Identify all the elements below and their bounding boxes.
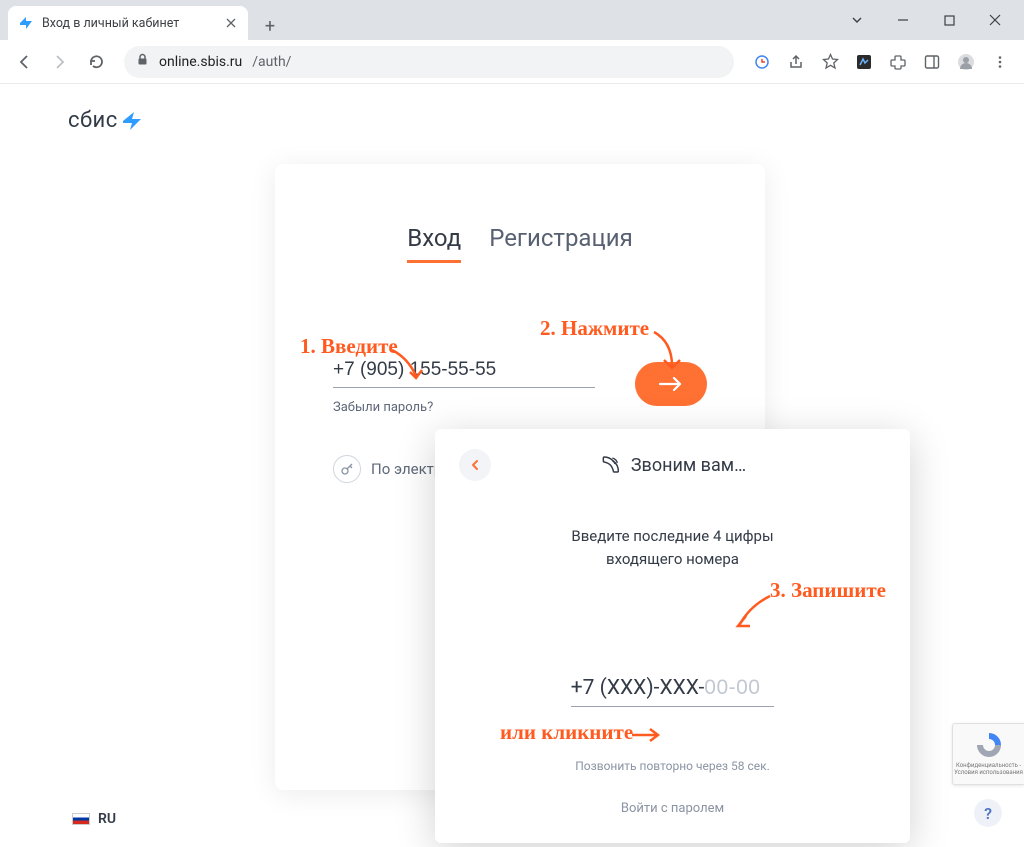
retry-countdown: Позвонить повторно через 58 сек. xyxy=(459,759,886,773)
close-icon[interactable] xyxy=(224,16,238,30)
logo-text: сбис xyxy=(68,108,118,133)
browser-tab[interactable]: Вход в личный кабинет xyxy=(8,6,248,40)
tab-login[interactable]: Вход xyxy=(407,224,461,263)
star-icon[interactable] xyxy=(814,46,846,78)
close-window-icon[interactable] xyxy=(972,4,1018,36)
back-button[interactable] xyxy=(8,46,40,78)
sbis-favicon xyxy=(18,15,34,31)
language-code: RU xyxy=(98,811,116,827)
new-tab-button[interactable]: + xyxy=(256,12,284,40)
phone-input[interactable] xyxy=(333,353,595,388)
forgot-password-link[interactable]: Забыли пароль? xyxy=(333,400,433,415)
sidepanel-icon[interactable] xyxy=(916,46,948,78)
browser-toolbar: online.sbis.ru/auth/ xyxy=(0,40,1024,84)
reload-button[interactable] xyxy=(80,46,112,78)
arrow-right-icon xyxy=(658,375,684,393)
share-icon[interactable] xyxy=(780,46,812,78)
url-host: online.sbis.ru xyxy=(159,54,242,70)
back-button-popup[interactable] xyxy=(459,449,491,481)
recaptcha-icon xyxy=(975,731,1003,759)
recaptcha-badge[interactable]: Конфиденциальность -Условия использовани… xyxy=(952,723,1024,785)
code-input-row: +7 (ХХХ)-ХХХ- xyxy=(459,670,886,707)
browser-chrome: Вход в личный кабинет + online.sbis.ru/a… xyxy=(0,0,1024,84)
call-popup-title: Звоним вам… xyxy=(599,454,746,476)
chevron-left-icon xyxy=(469,459,481,471)
lock-icon xyxy=(136,53,149,70)
url-path: /auth/ xyxy=(252,54,291,70)
code-prefix: +7 (ХХХ)-ХХХ- xyxy=(571,670,705,707)
flag-ru-icon xyxy=(72,813,90,825)
forward-button[interactable] xyxy=(44,46,76,78)
google-icon[interactable] xyxy=(746,46,778,78)
phone-calling-icon xyxy=(599,454,621,476)
email-login-label: По электр xyxy=(371,460,442,478)
minimize-icon[interactable] xyxy=(880,4,926,36)
menu-icon[interactable] xyxy=(984,46,1016,78)
extensions-icon[interactable] xyxy=(882,46,914,78)
chevron-down-icon[interactable] xyxy=(834,4,880,36)
language-selector[interactable]: RU xyxy=(72,811,116,827)
extension-icon-1[interactable] xyxy=(848,46,880,78)
key-icon xyxy=(333,455,361,483)
window-controls xyxy=(834,0,1018,40)
login-with-password-link[interactable]: Войти с паролем xyxy=(459,801,886,816)
sbis-logo[interactable]: сбис xyxy=(68,108,144,133)
tab-title: Вход в личный кабинет xyxy=(42,16,216,31)
sbis-bird-icon xyxy=(120,109,144,133)
page-content: сбис Вход Регистрация Забыли пароль? По … xyxy=(0,84,1024,847)
tab-register[interactable]: Регистрация xyxy=(489,224,633,263)
help-button[interactable]: ? xyxy=(974,799,1002,827)
profile-icon[interactable] xyxy=(950,46,982,78)
submit-button[interactable] xyxy=(635,362,707,406)
call-popup: Звоним вам… Введите последние 4 цифры вх… xyxy=(435,429,910,843)
auth-tabs: Вход Регистрация xyxy=(333,224,707,263)
address-bar[interactable]: online.sbis.ru/auth/ xyxy=(124,46,734,78)
maximize-icon[interactable] xyxy=(926,4,972,36)
code-input[interactable] xyxy=(704,670,774,707)
call-instruction: Введите последние 4 цифры входящего номе… xyxy=(459,525,886,570)
